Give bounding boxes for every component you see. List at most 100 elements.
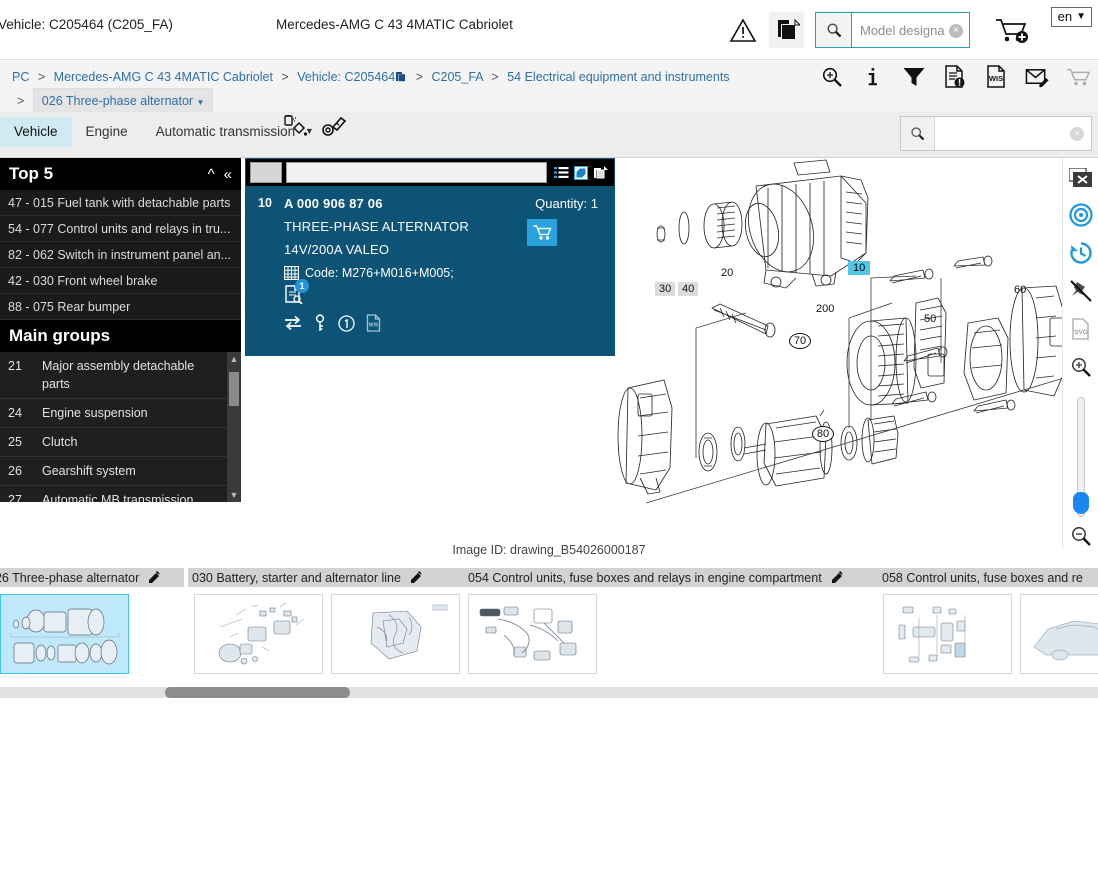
- part-panel-filter-input[interactable]: [286, 162, 547, 183]
- breadcrumb-toolbar: WIS: [820, 64, 1090, 90]
- grid-table-icon[interactable]: [284, 266, 299, 280]
- chevron-up-icon[interactable]: ^: [208, 166, 215, 183]
- svg-export-icon[interactable]: SVG: [1068, 317, 1094, 341]
- mail-edit-icon[interactable]: [1025, 64, 1049, 90]
- breadcrumb-item-2[interactable]: Vehicle: C205464: [297, 70, 395, 84]
- thumbnail-group-058-body: [878, 587, 1098, 674]
- scrollbar-thumb[interactable]: [165, 687, 350, 698]
- breadcrumb-separator: >: [281, 70, 289, 84]
- search-icon: [901, 117, 935, 150]
- edit-icon[interactable]: [831, 571, 844, 584]
- document-alert-icon[interactable]: [943, 64, 967, 90]
- callout-50[interactable]: 50: [924, 313, 936, 325]
- thumbnail-cell-car[interactable]: [1020, 594, 1098, 674]
- target-icon[interactable]: [1068, 203, 1094, 227]
- top5-item-2[interactable]: 82 - 062 Switch in instrument panel an..…: [0, 242, 241, 268]
- clear-icon[interactable]: ×: [949, 24, 963, 38]
- clear-icon[interactable]: ×: [1070, 127, 1084, 141]
- tab-engine[interactable]: Engine: [72, 117, 142, 147]
- equipment-code-icon[interactable]: [321, 115, 347, 139]
- expand-icon[interactable]: [574, 165, 588, 180]
- warning-triangle-icon[interactable]: [729, 16, 757, 44]
- copy-documents-icon[interactable]: [593, 165, 608, 180]
- callout-60[interactable]: 60: [1014, 284, 1026, 296]
- maingroup-label: Clutch: [42, 435, 78, 449]
- edit-icon[interactable]: [410, 571, 423, 584]
- parts-search-input[interactable]: ×: [935, 117, 1091, 150]
- part-number[interactable]: A 000 906 87 06: [284, 196, 383, 211]
- edit-icon[interactable]: [148, 571, 161, 584]
- history-icon[interactable]: [1068, 241, 1094, 265]
- thumbnail-cell-fusebox[interactable]: [883, 594, 1012, 674]
- language-selector[interactable]: en ▼: [1050, 7, 1092, 27]
- wis-document-icon[interactable]: WIS: [366, 314, 381, 332]
- thumbnail-cell-harness[interactable]: [331, 594, 460, 674]
- top5-item-4[interactable]: 88 - 075 Rear bumper: [0, 294, 241, 320]
- double-chevron-left-icon[interactable]: «: [224, 166, 232, 183]
- copy-documents-button[interactable]: [769, 12, 804, 48]
- filter-icon[interactable]: [902, 64, 926, 90]
- tab-list: Vehicle Engine Automatic transmission ▼: [0, 117, 328, 147]
- part-spec: 14V/200A VALEO: [284, 242, 390, 257]
- breadcrumb-item-3[interactable]: C205_FA: [432, 70, 483, 84]
- callout-40[interactable]: 40: [678, 282, 699, 296]
- zoom-slider[interactable]: [1072, 396, 1089, 517]
- model-designation-search[interactable]: Model designa ×: [815, 12, 970, 48]
- callout-70[interactable]: 70: [789, 333, 811, 349]
- exchange-arrows-icon[interactable]: [284, 315, 302, 331]
- callout-20[interactable]: 20: [721, 267, 733, 279]
- thumbnail-group-026-title: 026 Three-phase alternator: [0, 570, 140, 585]
- language-value: en: [1057, 9, 1073, 24]
- parts-drawing-area[interactable]: 30 40 20 10 200 50 60 70 80: [616, 158, 1064, 538]
- list-view-icon[interactable]: [554, 166, 569, 180]
- close-x-icon[interactable]: [1068, 166, 1094, 189]
- paint-tag-icon[interactable]: [283, 115, 309, 139]
- parts-search-field[interactable]: ×: [900, 116, 1092, 151]
- document-search-icon[interactable]: 1: [284, 279, 309, 306]
- circled-one-icon[interactable]: [338, 314, 355, 332]
- model-label: Mercedes-AMG C 43 4MATIC Cabriolet: [276, 17, 513, 32]
- breadcrumb-item-4[interactable]: 54 Electrical equipment and instruments: [507, 70, 729, 84]
- info-icon[interactable]: [861, 64, 885, 90]
- part-index: 10: [258, 196, 272, 210]
- breadcrumb-item-5-label: 026 Three-phase alternator: [41, 94, 194, 108]
- breadcrumb-item-1[interactable]: Mercedes-AMG C 43 4MATIC Cabriolet: [54, 70, 273, 84]
- zoom-in-icon[interactable]: [1068, 355, 1094, 378]
- scroll-up-icon[interactable]: ▲: [227, 352, 241, 366]
- zoom-out-icon[interactable]: [1068, 525, 1094, 548]
- top5-item-3[interactable]: 42 - 030 Front wheel brake: [0, 268, 241, 294]
- thumbnail-cell-controlunits[interactable]: [468, 594, 597, 674]
- copy-documents-icon[interactable]: [395, 71, 407, 83]
- cart-icon[interactable]: [1066, 64, 1090, 90]
- maingroup-item-27[interactable]: 27 Automatic MB transmission: [0, 486, 227, 502]
- top5-item-0[interactable]: 47 - 015 Fuel tank with detachable parts: [0, 190, 241, 216]
- thumbnail-strip[interactable]: 026 Three-phase alternator 030 Battery, …: [0, 568, 1098, 680]
- unpin-icon[interactable]: [1068, 279, 1094, 303]
- scroll-down-icon[interactable]: ▼: [227, 488, 241, 502]
- add-to-cart-button[interactable]: [527, 219, 557, 246]
- maingroups-scrollbar[interactable]: ▲ ▼: [227, 352, 241, 502]
- thumbnail-horizontal-scrollbar[interactable]: [0, 687, 1098, 698]
- wis-document-icon[interactable]: WIS: [984, 64, 1008, 90]
- maingroup-item-24[interactable]: 24 Engine suspension: [0, 399, 227, 428]
- top5-item-1[interactable]: 54 - 077 Control units and relays in tru…: [0, 216, 241, 242]
- key-icon[interactable]: [313, 314, 327, 332]
- tab-vehicle[interactable]: Vehicle: [0, 117, 72, 147]
- thumbnail-cell-alternator[interactable]: [0, 594, 129, 674]
- thumbnail-cell-battery[interactable]: [194, 594, 323, 674]
- callout-10[interactable]: 10: [848, 261, 871, 275]
- empty-area: [0, 698, 1098, 869]
- callout-30[interactable]: 30: [655, 282, 676, 296]
- part-panel-filter-box[interactable]: [250, 162, 282, 183]
- cart-add-button[interactable]: [993, 15, 1031, 47]
- zoom-slider-knob[interactable]: [1072, 491, 1089, 514]
- scrollbar-thumb[interactable]: [229, 372, 239, 406]
- maingroup-item-21[interactable]: 21 Major assembly detachable parts: [0, 352, 227, 399]
- maingroup-num: 26: [8, 464, 22, 478]
- maingroup-item-26[interactable]: 26 Gearshift system: [0, 457, 227, 486]
- callout-80[interactable]: 80: [812, 426, 834, 442]
- breadcrumb-item-0[interactable]: PC: [12, 70, 29, 84]
- callout-200[interactable]: 200: [816, 303, 834, 315]
- maingroup-item-25[interactable]: 25 Clutch: [0, 428, 227, 457]
- zoom-search-icon[interactable]: [820, 64, 844, 90]
